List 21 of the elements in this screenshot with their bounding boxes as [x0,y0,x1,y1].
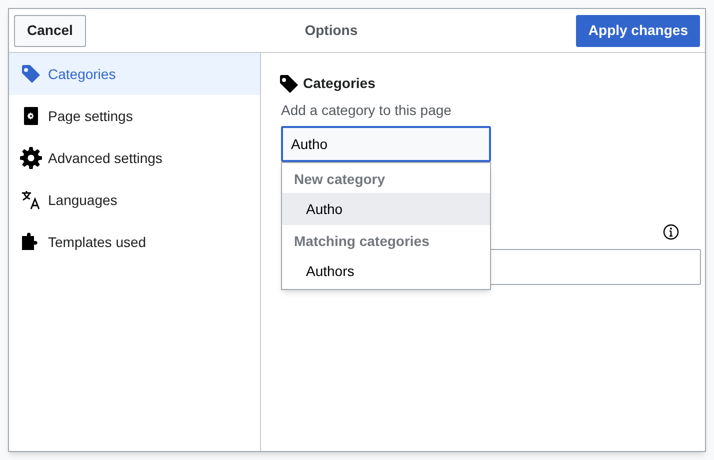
gear-icon [20,147,42,169]
sidebar-item[interactable]: Advanced settings [9,137,260,179]
sidebar-item[interactable]: Templates used [9,221,260,263]
sidebar-item[interactable]: Categories [9,53,260,95]
tag-icon [21,64,41,84]
suggestion-option[interactable]: Autho [282,193,490,225]
translate-icon [21,190,41,210]
category-input-field[interactable]: Autho [281,126,491,162]
group-heading: New category [293,170,386,189]
page-gear-icon [21,106,41,126]
sidebar-item[interactable]: Languages [9,179,260,221]
sidebar-item[interactable]: Page settings [9,95,260,137]
suggestion-option[interactable]: Authors [282,255,490,287]
apply-changes-button[interactable]: Apply changes [576,14,700,46]
dialog-title: Options [304,21,358,40]
cancel-button[interactable]: Cancel [14,14,86,46]
info-icon[interactable] [663,224,679,240]
field-label: Add a category to this page [281,101,452,120]
group-heading: Matching categories [293,232,430,251]
tag-icon [279,74,299,94]
section-title: Categories [303,74,376,93]
